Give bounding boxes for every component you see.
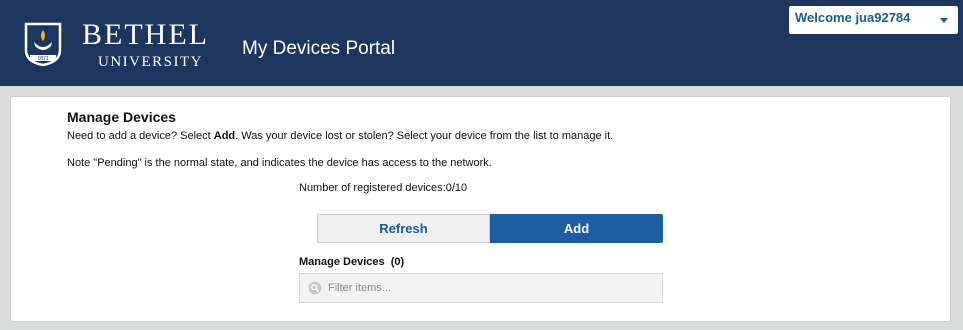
search-icon [308, 281, 322, 295]
page-title: Manage Devices [67, 109, 176, 125]
caret-down-icon [940, 18, 948, 23]
pending-note: Note "Pending" is the normal state, and … [67, 157, 492, 169]
intro-prefix: Need to add a device? Select [67, 130, 214, 142]
intro-text: Need to add a device? Select Add. Was yo… [67, 130, 613, 142]
welcome-user-menu[interactable]: Welcome jua92784 [789, 6, 958, 34]
filter-input[interactable] [328, 282, 648, 294]
portal-title: My Devices Portal [242, 38, 396, 59]
devices-list-heading: Manage Devices (0) [299, 256, 405, 268]
logo-year: 1871 [37, 56, 48, 62]
manage-devices-panel: Manage Devices Need to add a device? Sel… [10, 96, 951, 322]
intro-suffix: . Was your device lost or stolen? Select… [235, 130, 614, 142]
add-button[interactable]: Add [490, 214, 663, 243]
logo-subtitle: UNIVERSITY [98, 54, 203, 70]
shield-lamp-icon: 1871 [24, 22, 62, 66]
logo-name: BETHEL [82, 18, 209, 51]
university-logo: BETHEL UNIVERSITY [82, 20, 209, 71]
header-bar: 1871 BETHEL UNIVERSITY My Devices Portal… [0, 0, 963, 86]
refresh-button[interactable]: Refresh [317, 214, 490, 243]
filter-box [299, 273, 663, 303]
action-buttons: Refresh Add [317, 214, 663, 243]
welcome-label: Welcome jua92784 [795, 10, 911, 25]
intro-add-keyword: Add [213, 130, 236, 142]
registered-devices-count: Number of registered devices:0/10 [299, 182, 468, 194]
